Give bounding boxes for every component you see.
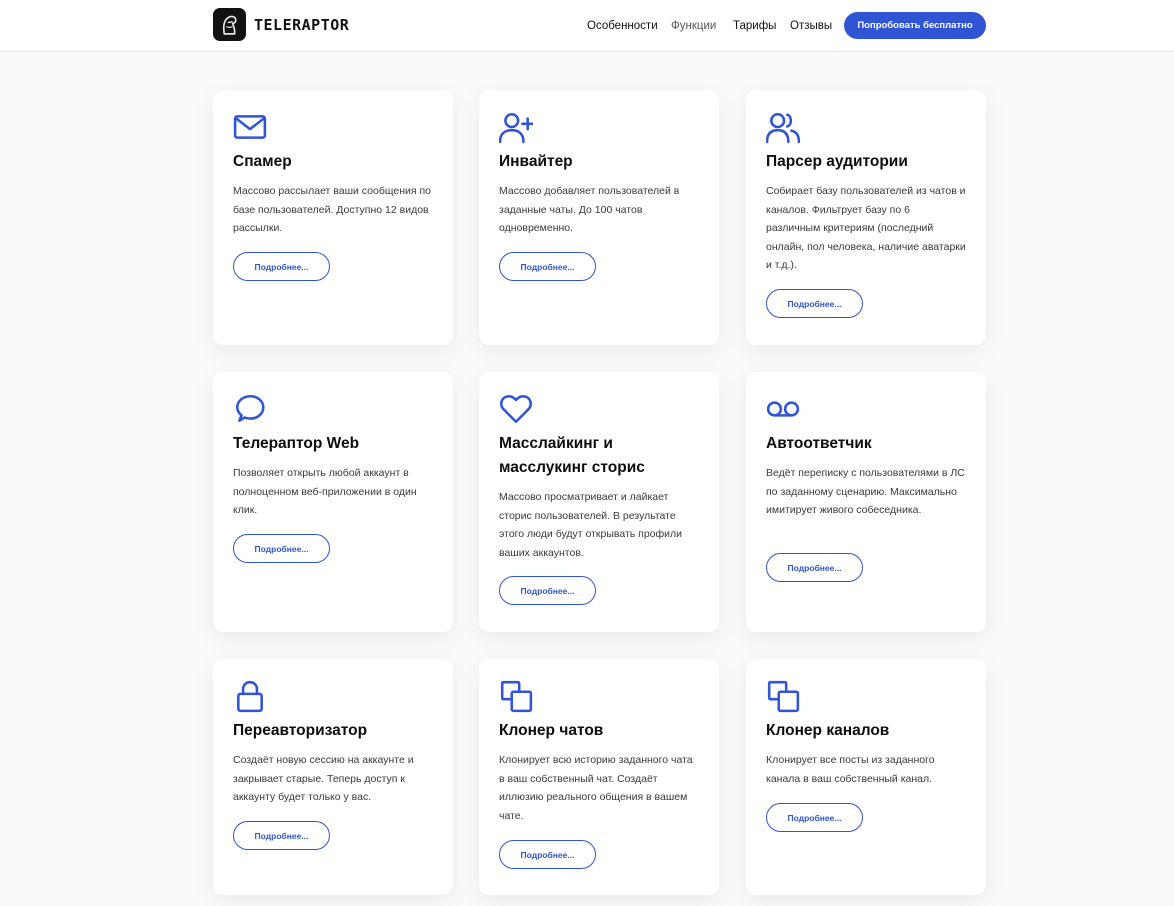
feature-card-chat-cloner: Клонер чатов Клонирует всю историю задан… <box>479 659 719 895</box>
nav-link-functions[interactable]: Функции <box>671 19 716 33</box>
feature-card-autoresponder: Автоответчик Ведёт переписку с пользоват… <box>746 372 986 632</box>
copy-icon <box>499 679 535 713</box>
copy-icon <box>766 679 802 713</box>
feature-description: Ведёт переписку с пользователями в ЛС по… <box>766 467 965 517</box>
feature-title: Телераптор Web <box>233 435 360 452</box>
feature-card-masslooking: Масслайкинг и масслукинг сторис Массово … <box>479 372 719 632</box>
more-button[interactable]: Подробнее... <box>499 840 596 869</box>
feature-title: Инвайтер <box>499 153 573 170</box>
try-free-button[interactable]: Попробовать бесплатно <box>844 12 986 39</box>
nav-link-reviews[interactable]: Отзывы <box>790 19 832 33</box>
nav-link-pricing[interactable]: Тарифы <box>733 19 776 33</box>
more-button[interactable]: Подробнее... <box>499 576 596 605</box>
more-button[interactable]: Подробнее... <box>233 821 330 850</box>
feature-card-spammer: Спамер Массово рассылает ваши сообщения … <box>213 90 453 345</box>
heart-icon <box>499 392 535 426</box>
voicemail-icon <box>766 392 802 426</box>
more-button[interactable]: Подробнее... <box>499 252 596 281</box>
feature-title: Клонер каналов <box>766 722 890 739</box>
main-nav: Особенности Функции Тарифы Отзывы <box>0 19 1174 33</box>
more-button[interactable]: Подробнее... <box>233 534 330 563</box>
feature-title: Масслайкинг и масслукинг сторис <box>499 435 645 476</box>
feature-description: Создаёт новую сессию на аккаунте и закры… <box>233 754 414 804</box>
feature-description: Клонирует все посты из заданного канала … <box>766 754 935 785</box>
more-button[interactable]: Подробнее... <box>766 553 863 582</box>
more-button[interactable]: Подробнее... <box>233 252 330 281</box>
feature-description: Собирает базу пользователей из чатов и к… <box>766 185 966 272</box>
feature-card-audience-parser: Парсер аудитории Собирает базу пользоват… <box>746 90 986 345</box>
feature-card-channel-cloner: Клонер каналов Клонирует все посты из за… <box>746 659 986 895</box>
more-button[interactable]: Подробнее... <box>766 289 863 318</box>
feature-card-inviter: Инвайтер Массово добавляет пользователей… <box>479 90 719 345</box>
feature-card-reauthorizer: Переавторизатор Создаёт новую сессию на … <box>213 659 453 895</box>
feature-title: Переавторизатор <box>233 722 368 739</box>
feature-description: Массово добавляет пользователей в заданн… <box>499 185 680 235</box>
feature-title: Клонер чатов <box>499 722 604 739</box>
feature-title: Автоответчик <box>766 435 872 452</box>
feature-description: Клонирует всю историю заданного чата в в… <box>499 754 693 822</box>
feature-title: Парсер аудитории <box>766 153 908 170</box>
feature-title: Спамер <box>233 153 292 170</box>
feature-card-web: Телераптор Web Позволяет открыть любой а… <box>213 372 453 632</box>
nav-link-features[interactable]: Особенности <box>587 19 658 33</box>
users-icon <box>765 110 802 144</box>
feature-description: Позволяет открыть любой аккаунт в полноц… <box>233 467 417 517</box>
mail-icon <box>233 110 269 144</box>
chat-bubble-icon <box>233 392 269 426</box>
lock-icon <box>233 679 269 713</box>
feature-description: Массово рассылает ваши сообщения по базе… <box>233 185 432 235</box>
more-button[interactable]: Подробнее... <box>766 803 863 832</box>
feature-description: Массово просматривает и лайкает сторис п… <box>499 491 683 559</box>
user-plus-icon <box>498 110 535 144</box>
site-header: TELERAPTOR Особенности Функции Тарифы От… <box>0 0 1174 52</box>
